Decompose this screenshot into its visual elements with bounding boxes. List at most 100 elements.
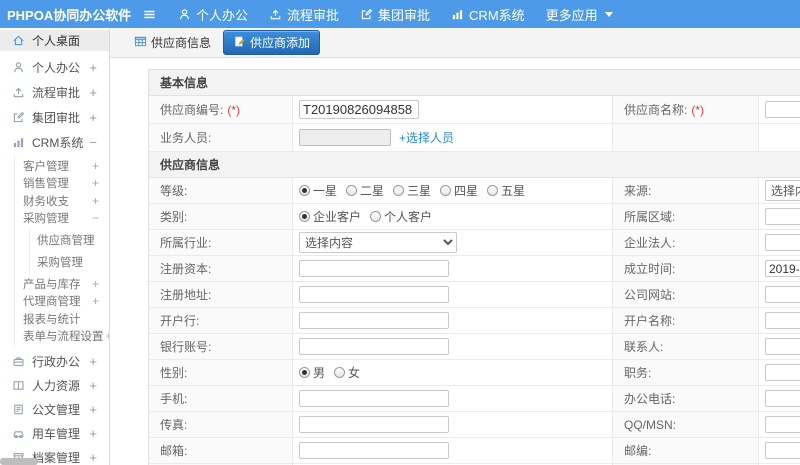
radio-icon — [346, 185, 358, 196]
sidebar-item-purchase[interactable]: 采购管理 — [37, 251, 109, 273]
field-cell — [759, 386, 800, 411]
sidebar-scrollbar-thumb[interactable] — [0, 458, 38, 465]
field-cell: +选择人员 — [293, 124, 613, 151]
sidebar-item-label: 档案管理 — [32, 450, 81, 465]
field-cell — [293, 412, 613, 437]
topnav-workflow-approval[interactable]: 流程审批 — [269, 5, 339, 24]
radio-option[interactable]: 个人客户 — [370, 208, 432, 225]
sidebar-item-group-approval[interactable]: 集团审批 + — [0, 105, 109, 130]
mobile-label: 手机: — [149, 386, 293, 411]
sidebar-item-personal-desktop[interactable]: 个人桌面 — [0, 30, 109, 51]
tab-label: 供应商添加 — [250, 36, 311, 50]
supplier-name-input[interactable] — [765, 101, 800, 118]
registered-capital-input[interactable] — [299, 260, 449, 277]
sidebar-item-human-resources[interactable]: 人力资源 + — [0, 373, 109, 397]
sidebar-item-vehicle-mgmt[interactable]: 用车管理 + — [0, 421, 109, 445]
bank-input[interactable] — [299, 312, 449, 329]
sidebar-item-product-inventory[interactable]: 产品与库存 + — [23, 275, 109, 293]
tab-supplier-add[interactable]: 供应商添加 — [223, 30, 321, 55]
industry-select[interactable]: 选择内容 — [299, 232, 457, 253]
topnav-crm-system[interactable]: CRM系统 — [451, 5, 525, 24]
sidebar-item-admin-office[interactable]: 行政办公 + — [0, 349, 109, 373]
sidebar-item-label: 供应商管理 — [37, 235, 95, 247]
position-input[interactable] — [765, 364, 800, 381]
menu-toggle-button[interactable] — [143, 8, 156, 21]
level-radio-group: 一星 二星 三星 四星 五星 — [299, 182, 525, 199]
form-row-industry-legal: 所属行业: 选择内容 企业法人: — [149, 230, 800, 256]
sidebar-item-reports[interactable]: 报表与统计 — [23, 310, 109, 328]
sidebar-item-agent-mgmt[interactable]: 代理商管理 + — [23, 293, 109, 311]
sidebar-item-personal-office[interactable]: 个人办公 + — [0, 55, 109, 80]
radio-option[interactable]: 男 — [299, 364, 325, 381]
website-input[interactable] — [765, 286, 800, 303]
sidebar-item-sales-mgmt[interactable]: 销售管理 + — [23, 175, 109, 193]
topnav-personal-office[interactable]: 个人办公 — [178, 5, 248, 24]
user-icon — [12, 61, 25, 74]
edit-icon — [360, 8, 373, 21]
radio-selected-icon — [299, 367, 310, 378]
fax-label: 传真: — [149, 412, 293, 437]
sidebar-item-official-docs[interactable]: 公文管理 + — [0, 397, 109, 421]
sidebar-item-label: 流程审批 — [32, 86, 81, 100]
field-label: 业务人员: — [149, 124, 293, 151]
add-page-icon — [233, 35, 246, 51]
registered-address-input[interactable] — [299, 286, 449, 303]
radio-option[interactable]: 三星 — [393, 182, 431, 199]
source-select[interactable]: 选择内容 — [765, 180, 800, 201]
form-row-level-source: 等级: 一星 二星 三星 四星 五星 来源: 选择内容 — [149, 178, 800, 204]
sidebar-item-purchase-mgmt[interactable]: 采购管理 − — [23, 210, 109, 228]
sidebar-item-form-flow-settings[interactable]: 表单与流程设置 + — [23, 328, 109, 346]
top-navigation: 个人办公 流程审批 集团审批 CRM系统 更多应用 — [178, 5, 613, 24]
form-row-email-zip: 邮箱: 邮编: — [149, 438, 800, 464]
founded-date-input[interactable] — [765, 260, 800, 277]
tab-supplier-info[interactable]: 供应商信息 — [132, 31, 213, 54]
email-input[interactable] — [299, 442, 449, 459]
sidebar-item-label: 表单与流程设置 — [23, 331, 104, 344]
zip-input[interactable] — [765, 442, 800, 459]
sidebar-item-crm-system[interactable]: CRM系统 − — [0, 130, 109, 155]
sidebar-item-workflow-approval[interactable]: 流程审批 + — [0, 80, 109, 105]
fax-input[interactable] — [299, 416, 449, 433]
expand-toggle: + — [91, 294, 99, 309]
contact-input[interactable] — [765, 338, 800, 355]
mobile-input[interactable] — [299, 390, 449, 407]
sidebar-item-customer-mgmt[interactable]: 客户管理 + — [23, 157, 109, 175]
topnav-group-approval[interactable]: 集团审批 — [360, 5, 430, 24]
field-cell — [293, 256, 613, 281]
select-staff-link[interactable]: +选择人员 — [399, 129, 454, 146]
radio-icon — [370, 211, 382, 222]
sidebar-item-finance[interactable]: 财务收支 + — [23, 192, 109, 210]
sidebar-item-label: 报表与统计 — [23, 313, 81, 326]
expand-toggle: + — [104, 329, 110, 343]
expand-toggle: + — [89, 110, 97, 125]
radio-option[interactable]: 二星 — [346, 182, 384, 199]
chart-icon — [12, 136, 25, 149]
radio-option[interactable]: 五星 — [487, 182, 525, 199]
top-bar: PHPOA协同办公软件 个人办公 流程审批 集团审批 CRM系统 更多应用 — [0, 0, 800, 28]
chart-icon — [451, 8, 464, 21]
radio-option[interactable]: 企业客户 — [299, 208, 361, 225]
qq-msn-label: QQ/MSN: — [613, 412, 759, 437]
bank-account-input[interactable] — [299, 338, 449, 355]
tab-bar: 供应商信息 供应商添加 — [110, 28, 800, 58]
expand-toggle: + — [89, 85, 97, 100]
account-name-input[interactable] — [765, 312, 800, 329]
staff-input[interactable] — [299, 129, 391, 146]
field-cell — [759, 438, 800, 463]
sidebar-item-supplier-mgmt[interactable]: 供应商管理 — [37, 229, 109, 251]
region-input[interactable] — [765, 208, 800, 225]
qq-msn-input[interactable] — [765, 416, 800, 433]
radio-option[interactable]: 女 — [334, 364, 360, 381]
radio-option[interactable]: 一星 — [299, 182, 337, 199]
legal-person-label: 企业法人: — [613, 230, 759, 255]
radio-option[interactable]: 四星 — [440, 182, 478, 199]
sidebar-item-label: 用车管理 — [32, 426, 81, 441]
topnav-more-apps[interactable]: 更多应用 — [546, 5, 613, 24]
field-cell: 选择内容 — [759, 178, 800, 203]
legal-person-input[interactable] — [765, 234, 800, 251]
supplier-code-input[interactable] — [299, 100, 419, 119]
office-phone-input[interactable] — [765, 390, 800, 407]
required-mark: (*) — [227, 102, 241, 117]
required-mark: (*) — [691, 102, 705, 117]
sidebar-item-label: 采购管理 — [23, 213, 69, 226]
